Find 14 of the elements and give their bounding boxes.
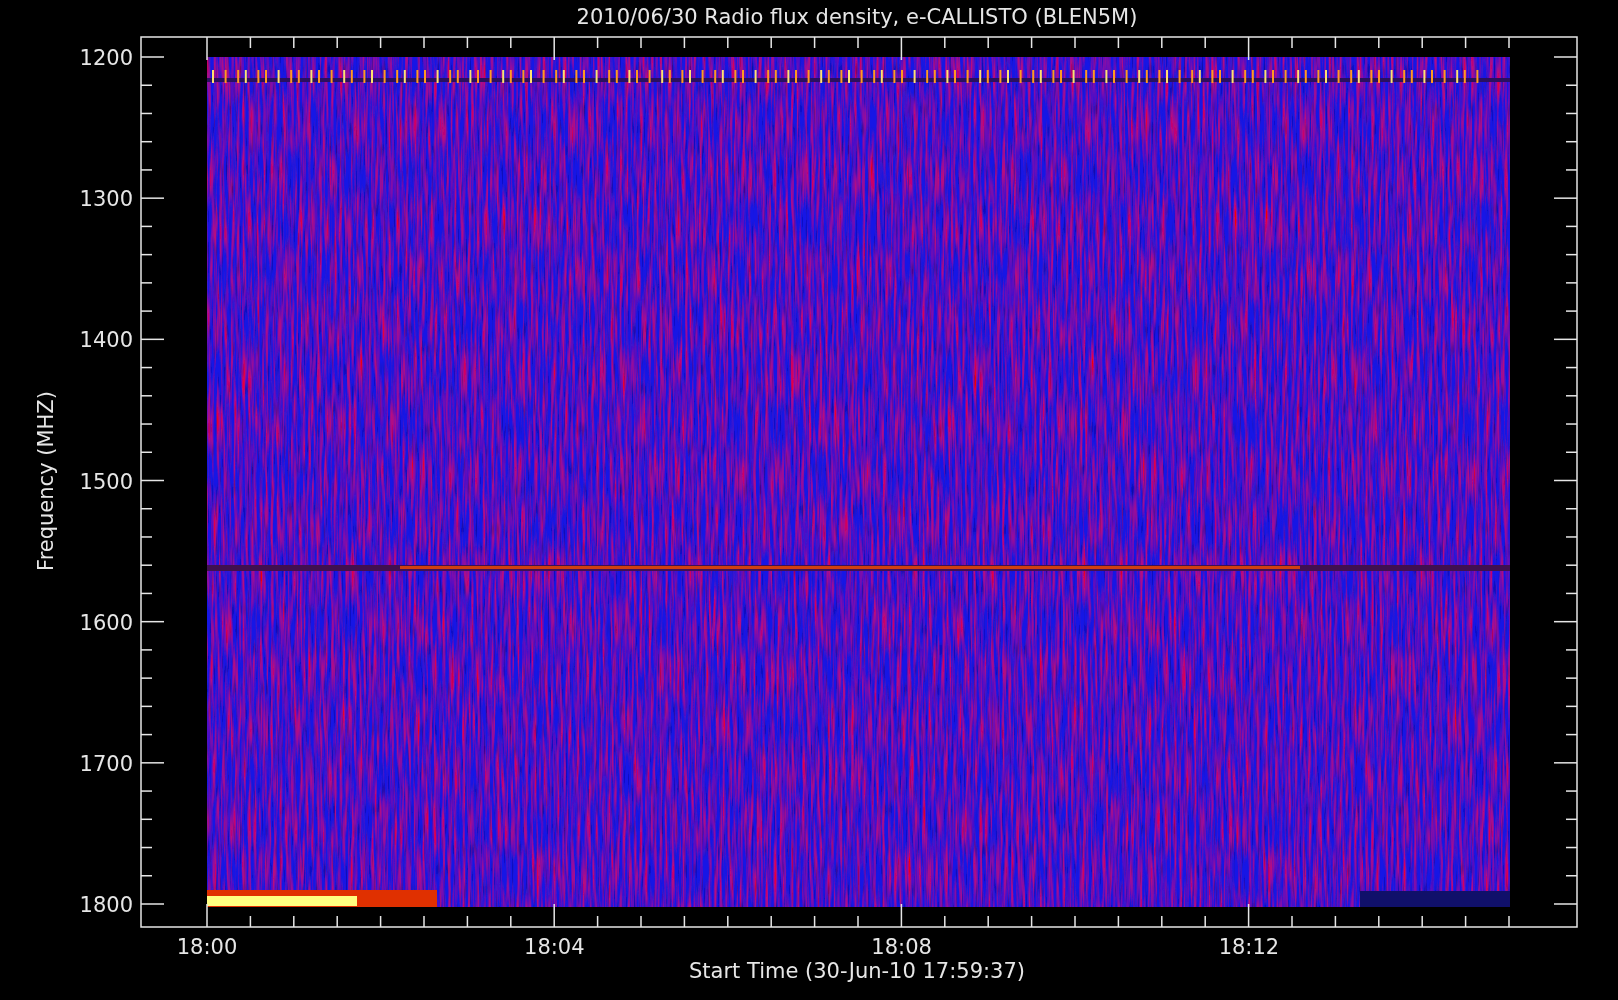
y-tick-label: 1200	[79, 46, 133, 70]
plot-title: 2010/06/30 Radio flux density, e-CALLISTO (BLEN5M)	[576, 5, 1138, 29]
y-axis-label: Frequency (MHZ)	[34, 391, 58, 571]
x-tick-label: 18:04	[524, 935, 585, 959]
y-tick-label: 1300	[79, 187, 133, 212]
y-tick-label: 1600	[79, 610, 133, 635]
y-tick-label: 1800	[79, 893, 133, 917]
x-tick-label: 18:12	[1218, 935, 1280, 959]
y-tick-label: 1500	[79, 469, 133, 494]
x-axis-label: Start Time (30-Jun-10 17:59:37)	[689, 959, 1025, 983]
x-tick-label: 18:00	[176, 935, 238, 959]
x-tick-label: 18:08	[871, 935, 932, 959]
y-tick-label: 1400	[79, 328, 133, 353]
y-tick-label: 1700	[79, 751, 133, 776]
